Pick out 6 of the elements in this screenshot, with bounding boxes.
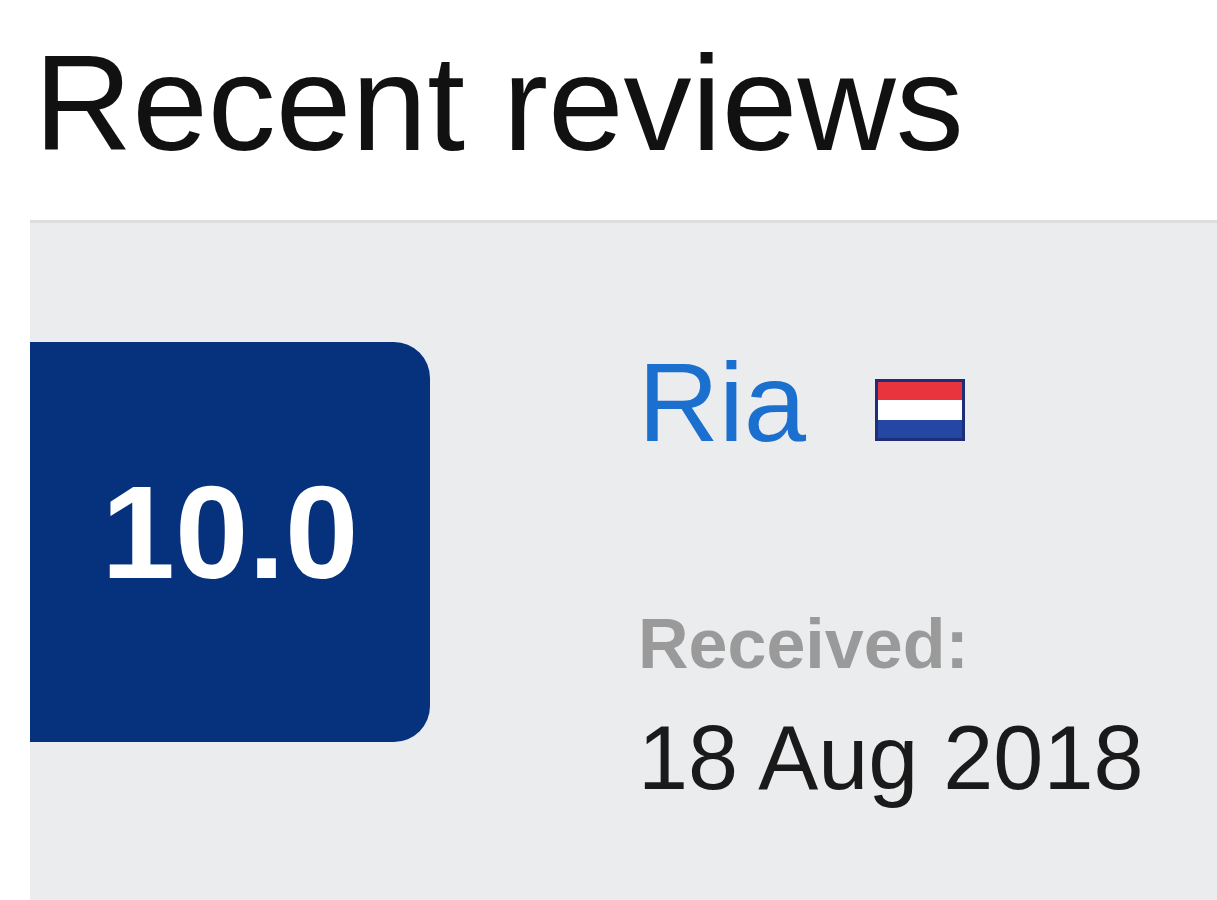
- score-tile: 10.0: [30, 342, 430, 743]
- reviewer-name-link[interactable]: Ria: [638, 339, 807, 469]
- section-heading: Recent reviews: [34, 26, 965, 181]
- flag-icon: [875, 379, 966, 442]
- received-date: 18 Aug 2018: [638, 706, 1144, 810]
- received-label: Received:: [638, 604, 969, 685]
